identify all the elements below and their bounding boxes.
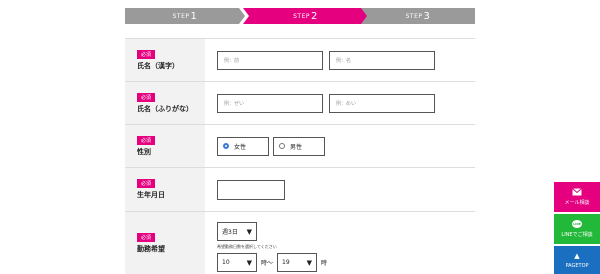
step-2-prefix: STEP [293,12,310,20]
gender-male-label: 男性 [290,143,303,151]
birthday-label: 生年月日 [137,191,165,199]
time-from-value: 10 [222,259,230,266]
name-kanji-label: 氏名（漢字） [137,61,179,70]
mail-icon [572,188,582,196]
label-cell: 必須 氏名（ふりがな） [125,82,205,124]
mail-consult-button[interactable]: メール相談 [554,182,600,212]
mail-consult-label: メール相談 [564,200,590,206]
row-work-preference: 必須 勤務希望 週3日 ▼ 希望勤務日数を選択してください 10 ▼ 時〜 19 [125,211,475,274]
required-badge: 必須 [137,233,155,242]
step-1-prefix: STEP [172,12,190,20]
time-to-select[interactable]: 19 ▼ [277,253,318,272]
row-name-kanji: 必須 氏名（漢字） 例：前 例：名 [125,38,475,81]
last-name-kana-input[interactable]: 例：ぜい [217,93,323,113]
last-name-kanji-input[interactable]: 例：前 [217,50,323,70]
chevron-down-icon: ▼ [246,227,252,236]
gender-female-label: 女性 [234,143,247,151]
radio-selected-icon [223,143,229,149]
gender-male-radio[interactable]: 男性 [273,136,325,156]
row-name-kana: 必須 氏名（ふりがな） 例：ぜい 例：めい [125,81,475,124]
required-badge: 必須 [137,92,155,102]
first-name-kana-input[interactable]: 例：めい [329,93,435,113]
field-cell: 例：ぜい 例：めい [205,82,475,124]
gender-female-radio[interactable]: 女性 [217,136,269,156]
field-cell: 女性 男性 [205,125,475,167]
work-days-note: 希望勤務日数を選択してください [217,244,277,249]
page: STEP 1 STEP 2 STEP 3 必須 氏名（漢字） 例：前 例：名 必須 氏… [0,0,600,274]
field-cell: 週3日 ▼ 希望勤務日数を選択してください 10 ▼ 時〜 19 ▼ 時 [205,212,475,274]
entry-form: 必須 氏名（漢字） 例：前 例：名 必須 氏名（ふりがな） 例：ぜい 例：めい … [125,38,475,274]
label-cell: 必須 生年月日 [125,168,205,211]
step-2: STEP 2 [243,8,368,24]
step-3-number: 3 [423,10,431,22]
work-days-select[interactable]: 週3日 ▼ [217,222,257,241]
chevron-down-icon: ▼ [306,258,313,267]
gender-label: 性別 [137,147,151,156]
step-progress: STEP 1 STEP 2 STEP 3 [125,8,475,24]
work-days-value: 週3日 [222,229,238,236]
pagetop-button[interactable]: ▲ PAGETOP [554,246,600,274]
chevron-down-icon: ▼ [246,258,252,267]
time-from-select[interactable]: 10 ▼ [217,253,257,272]
step-3: STEP 3 [361,8,475,24]
first-name-kanji-input[interactable]: 例：名 [329,50,435,70]
arrow-up-icon: ▲ [574,251,580,260]
required-badge: 必須 [137,49,155,59]
label-cell: 必須 勤務希望 [125,212,205,274]
step-1: STEP 1 [125,8,245,24]
required-badge: 必須 [137,179,155,188]
line-consult-button[interactable]: LINE LINEでご相談 [554,214,600,244]
name-kana-label: 氏名（ふりがな） [137,104,193,113]
required-badge: 必須 [137,135,155,145]
row-gender: 必須 性別 女性 男性 [125,124,475,167]
field-cell: 例：前 例：名 [205,39,475,81]
time-unit: 時 [321,260,328,267]
pagetop-label: PAGETOP [565,262,589,269]
row-birthday: 必須 生年月日 [125,167,475,211]
line-consult-label: LINEでご相談 [561,232,593,238]
time-to-value: 19 [282,259,290,266]
label-cell: 必須 氏名（漢字） [125,39,205,81]
step-2-number: 2 [311,10,318,22]
line-icon: LINE [572,220,582,228]
step-3-prefix: STEP [405,12,423,20]
birthday-input[interactable] [217,179,285,200]
time-separator: 時〜 [261,260,274,267]
radio-unselected-icon [279,143,285,149]
step-1-number: 1 [190,10,198,22]
work-preference-label: 勤務希望 [137,245,165,253]
label-cell: 必須 性別 [125,125,205,167]
field-cell [205,168,475,211]
time-range: 10 ▼ 時〜 19 ▼ 時 [217,253,327,272]
